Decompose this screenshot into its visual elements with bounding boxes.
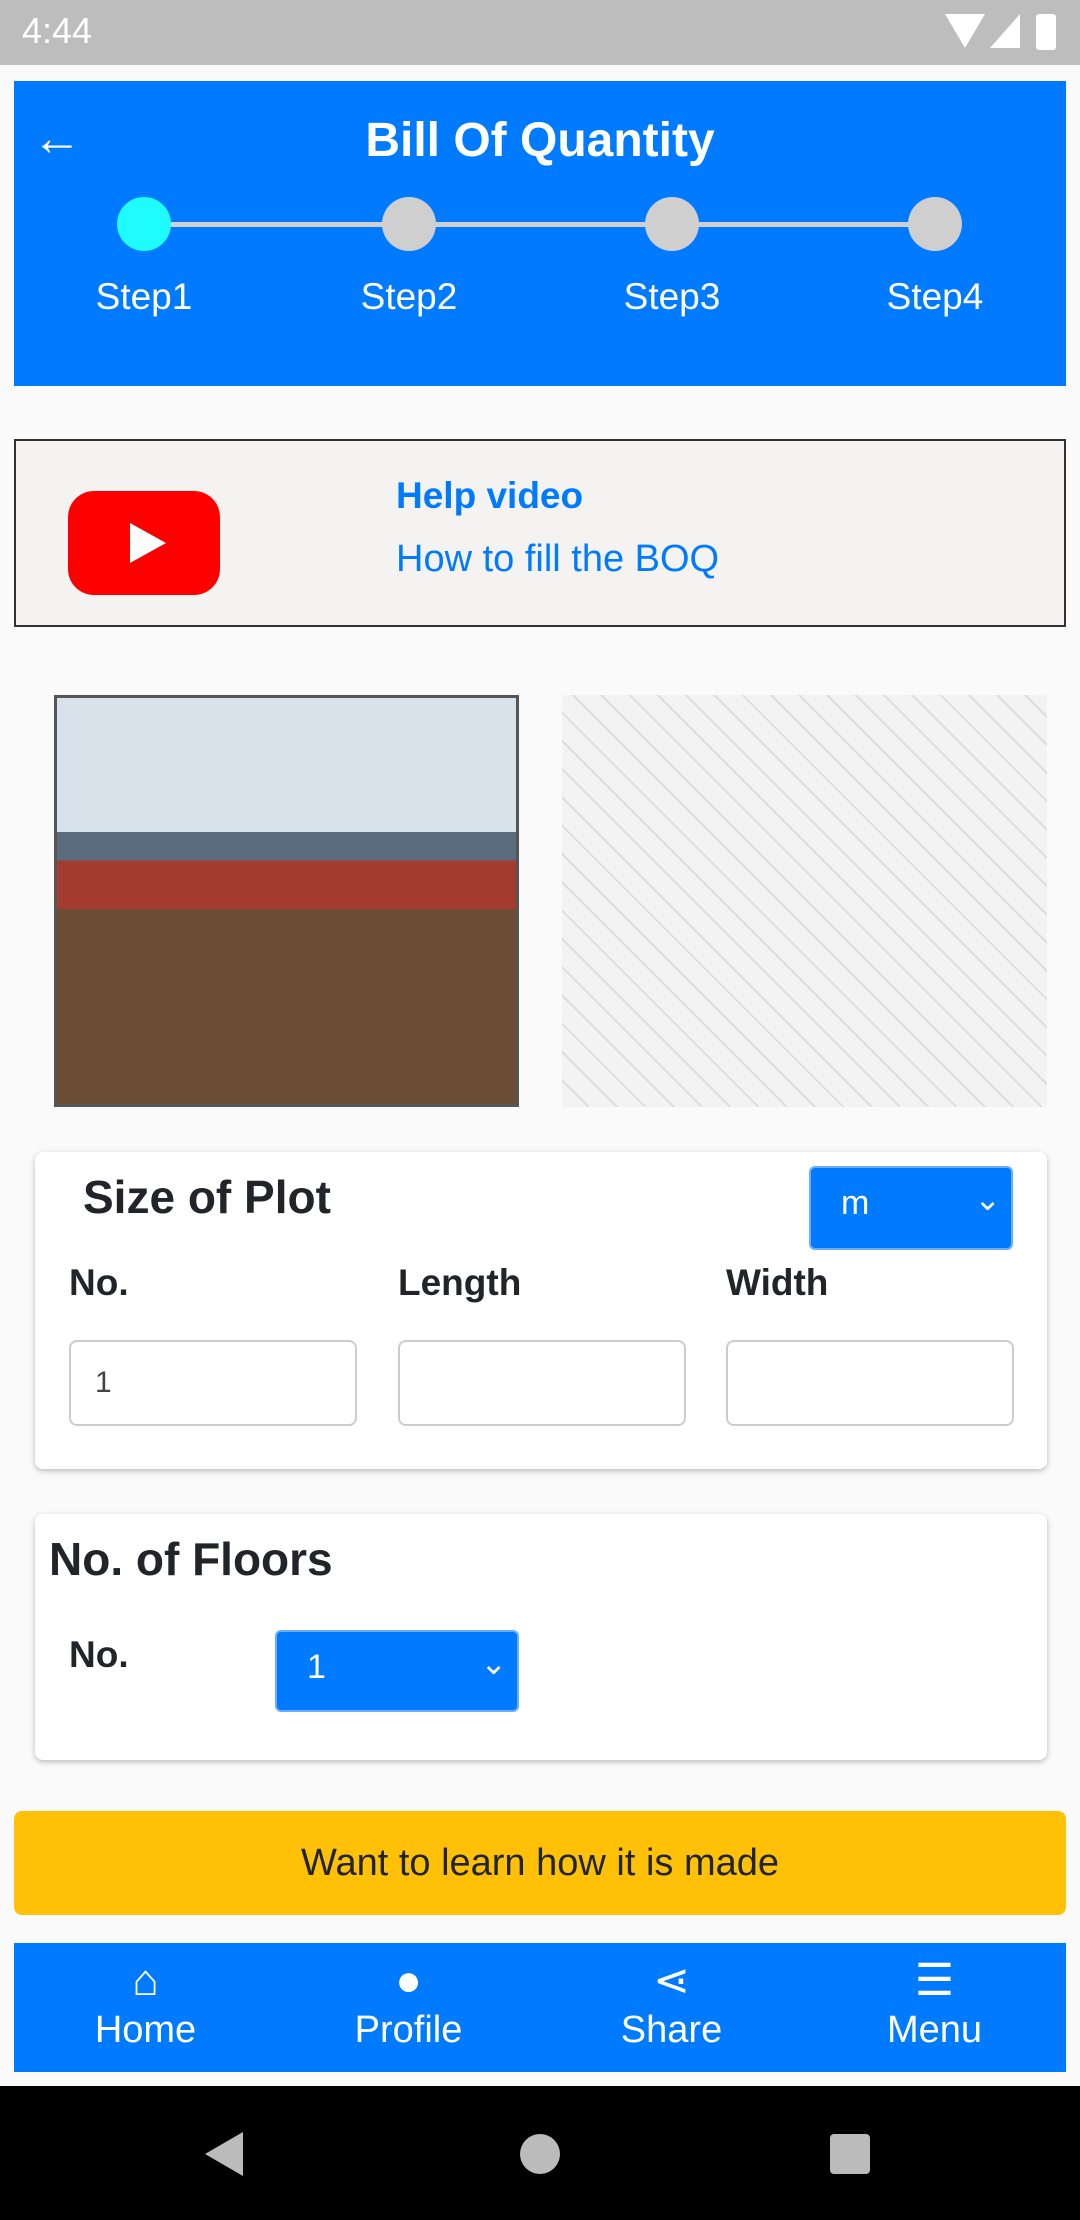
no-input[interactable]: 1 xyxy=(69,1340,357,1426)
nav-home[interactable]: ⌂ Home xyxy=(14,1943,277,2072)
floors-no-label: No. xyxy=(69,1634,129,1675)
floors-title: No. of Floors xyxy=(49,1533,333,1585)
width-label: Width xyxy=(726,1262,829,1303)
plot-size-card: Size of Plot m ⌄ No. Length Width 1 xyxy=(35,1152,1047,1469)
floors-select[interactable]: 1 ⌄ xyxy=(275,1630,519,1712)
width-input[interactable] xyxy=(726,1340,1014,1426)
length-input[interactable] xyxy=(398,1340,686,1426)
unit-select[interactable]: m ⌄ xyxy=(809,1166,1013,1250)
length-label: Length xyxy=(398,1262,522,1303)
nav-profile[interactable]: ● Profile xyxy=(277,1943,540,2072)
step-2-label: Step2 xyxy=(360,276,458,317)
nav-home-label: Home xyxy=(94,2009,197,2051)
no-label: No. xyxy=(69,1262,129,1303)
step-1-label: Step1 xyxy=(95,276,193,317)
recents-icon[interactable] xyxy=(830,2134,870,2174)
unit-value: m xyxy=(841,1184,870,1222)
plot-title: Size of Plot xyxy=(83,1171,331,1223)
signal-icon xyxy=(990,14,1020,48)
user-icon: ● xyxy=(395,1956,422,2005)
system-nav-bar xyxy=(0,2086,1080,2220)
home-circle-icon[interactable] xyxy=(520,2134,560,2174)
back-icon[interactable] xyxy=(205,2132,243,2176)
battery-icon xyxy=(1036,14,1056,50)
step-4-dot[interactable] xyxy=(908,197,962,251)
step-1-dot[interactable] xyxy=(117,197,171,251)
blueprint-calculator-image xyxy=(562,695,1047,1107)
step-4-label: Step4 xyxy=(886,276,984,317)
nav-profile-label: Profile xyxy=(354,2009,463,2051)
help-title: Help video xyxy=(396,475,584,516)
nav-menu[interactable]: ☰ Menu xyxy=(803,1943,1066,2072)
step-2-dot[interactable] xyxy=(382,197,436,251)
status-bar: 4:44 xyxy=(0,0,1080,65)
chevron-down-icon: ⌄ xyxy=(974,1181,1001,1217)
step-3-label: Step3 xyxy=(623,276,721,317)
stepper-line xyxy=(144,222,935,227)
chevron-down-icon: ⌄ xyxy=(480,1645,507,1681)
foundation-image xyxy=(54,695,519,1107)
floors-card: No. of Floors No. 1 ⌄ xyxy=(35,1514,1047,1760)
nav-share-label: Share xyxy=(620,2009,723,2051)
header: ← Bill Of Quantity Step1 Step2 Step3 Ste… xyxy=(14,81,1066,386)
wifi-icon xyxy=(945,14,985,48)
page-title: Bill Of Quantity xyxy=(365,114,715,167)
nav-menu-label: Menu xyxy=(886,2009,983,2051)
home-icon: ⌂ xyxy=(132,1956,159,2005)
help-video-banner[interactable]: Help video How to fill the BOQ xyxy=(14,439,1066,627)
learn-how-button[interactable]: Want to learn how it is made xyxy=(14,1811,1066,1915)
bottom-nav: ⌂ Home ● Profile ⋖ Share ☰ Menu xyxy=(14,1943,1066,2072)
status-time: 4:44 xyxy=(22,10,93,51)
share-icon: ⋖ xyxy=(653,1956,690,2005)
nav-share[interactable]: ⋖ Share xyxy=(540,1943,803,2072)
menu-icon: ☰ xyxy=(914,1956,955,2005)
floors-value: 1 xyxy=(307,1648,326,1686)
youtube-icon[interactable] xyxy=(68,491,220,595)
help-link[interactable]: How to fill the BOQ xyxy=(396,538,719,581)
step-3-dot[interactable] xyxy=(645,197,699,251)
